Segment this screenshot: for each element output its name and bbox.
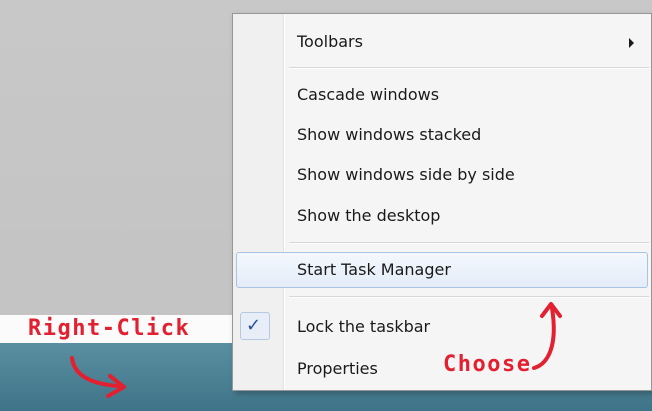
- menu-item-cascade-windows[interactable]: Cascade windows: [236, 77, 648, 113]
- taskbar-context-menu: Toolbars Cascade windows Show windows st…: [232, 13, 652, 391]
- menu-item-label: Start Task Manager: [297, 260, 451, 279]
- annotation-right-click: Right-Click: [28, 316, 191, 341]
- menu-item-label: Show the desktop: [297, 206, 441, 225]
- chevron-right-icon: [629, 38, 634, 48]
- menu-item-label: Properties: [297, 359, 378, 378]
- annotation-choose: Choose: [443, 352, 532, 377]
- menu-item-show-the-desktop[interactable]: Show the desktop: [236, 198, 648, 234]
- menu-item-properties[interactable]: Properties: [236, 351, 648, 387]
- menu-item-label: Toolbars: [297, 32, 363, 51]
- menu-separator: [289, 67, 649, 69]
- menu-item-label: Lock the taskbar: [297, 317, 431, 336]
- menu-item-start-task-manager[interactable]: Start Task Manager: [236, 252, 648, 288]
- menu-item-label: Cascade windows: [297, 85, 440, 104]
- curved-arrow-icon: [70, 356, 126, 398]
- menu-item-show-windows-stacked[interactable]: Show windows stacked: [236, 117, 648, 153]
- menu-item-label: Show windows stacked: [297, 125, 482, 144]
- menu-separator: [289, 296, 649, 298]
- check-icon: ✓: [246, 315, 262, 336]
- menu-item-show-windows-side-by-side[interactable]: Show windows side by side: [236, 157, 648, 193]
- menu-item-toolbars[interactable]: Toolbars: [236, 24, 648, 60]
- menu-item-label: Show windows side by side: [297, 165, 515, 184]
- menu-item-lock-the-taskbar[interactable]: ✓ Lock the taskbar: [236, 309, 648, 345]
- check-frame: ✓: [240, 312, 270, 340]
- curved-arrow-icon: [532, 302, 562, 370]
- menu-separator: [289, 242, 649, 244]
